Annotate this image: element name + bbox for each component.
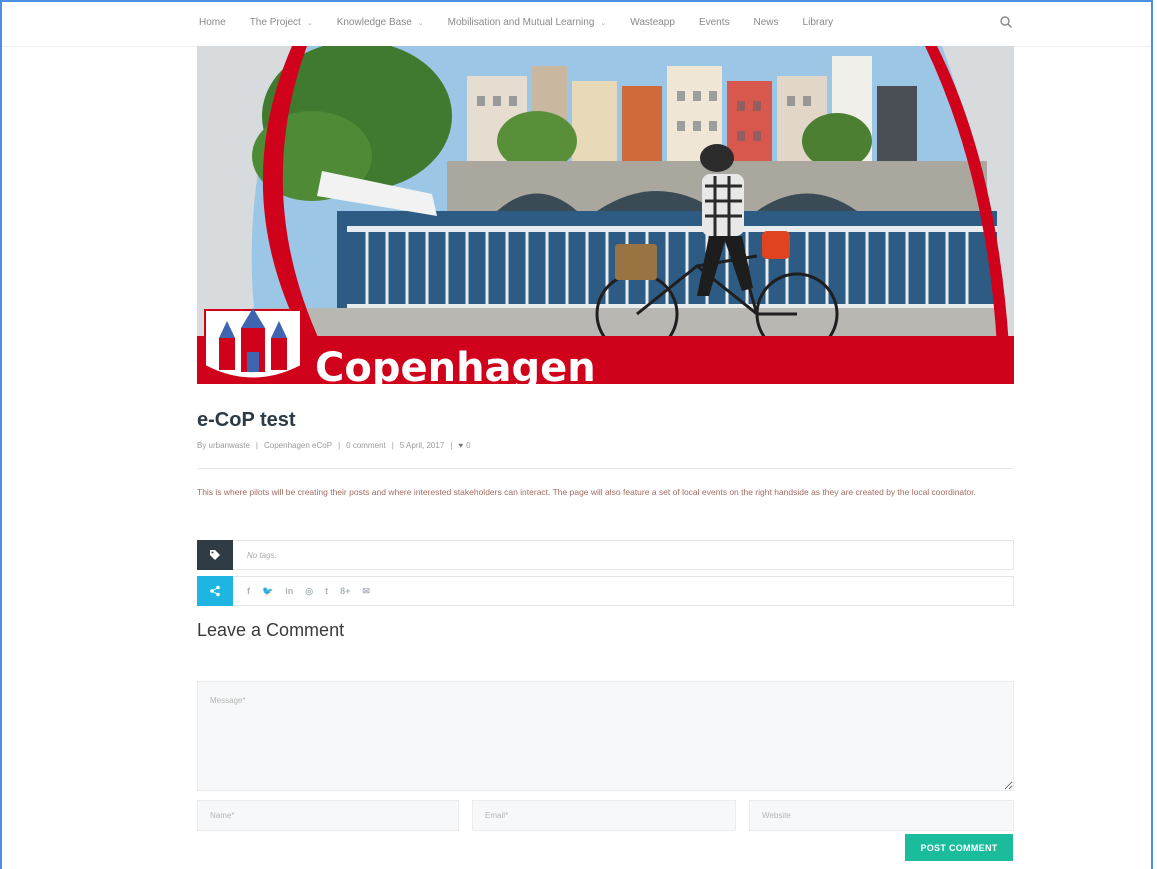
tags-bar: No tags.	[197, 539, 1014, 570]
comment-heading: Leave a Comment	[197, 620, 345, 640]
social-share-links: f 🐦 in ◎ t 8+ ✉	[247, 586, 382, 597]
chevron-down-icon: ⌄	[600, 19, 607, 27]
chevron-down-icon: ⌄	[306, 19, 313, 27]
message-textarea[interactable]	[197, 681, 1014, 791]
nav-label: News	[753, 17, 779, 28]
copenhagen-banner-illustration: Copenhagen	[197, 46, 1014, 384]
meta-separator: |	[255, 441, 258, 450]
nav-item-library[interactable]: Library	[803, 17, 834, 28]
reddit-icon[interactable]: ◎	[305, 586, 313, 597]
post-author[interactable]: By urbanwaste	[197, 441, 250, 450]
google-plus-icon[interactable]: 8+	[340, 586, 350, 596]
nav-menu: Home The Project ⌄ Knowledge Base ⌄ Mobili…	[199, 17, 857, 28]
post-category[interactable]: Copenhagen eCoP	[264, 441, 332, 450]
tumblr-icon[interactable]: t	[325, 586, 328, 596]
meta-separator: |	[391, 441, 394, 450]
nav-item-knowledge-base[interactable]: Knowledge Base ⌄	[337, 17, 424, 28]
nav-label: Home	[199, 17, 226, 28]
meta-separator: |	[338, 441, 341, 450]
hero-image: Copenhagen	[197, 46, 1014, 384]
nav-item-wasteapp[interactable]: Wasteapp	[630, 17, 675, 28]
facebook-icon[interactable]: f	[247, 586, 250, 596]
divider	[197, 468, 1014, 469]
nav-item-news[interactable]: News	[754, 17, 779, 28]
linkedin-icon[interactable]: in	[285, 586, 293, 596]
nav-item-events[interactable]: Events	[699, 17, 730, 28]
nav-item-the-project[interactable]: The Project ⌄	[250, 17, 313, 28]
nav-label: Events	[698, 17, 730, 28]
post-like-count: 0	[466, 441, 471, 450]
nav-label: Wasteapp	[630, 17, 675, 28]
top-navigation: Home The Project ⌄ Knowledge Base ⌄ Mobili…	[0, 0, 1153, 47]
search-icon[interactable]	[999, 15, 1013, 29]
meta-separator: |	[450, 441, 453, 450]
nav-label: Knowledge Base	[336, 17, 412, 28]
heart-icon[interactable]: ♥	[458, 441, 463, 450]
post-comment-count[interactable]: 0 comment	[346, 441, 386, 450]
share-icon	[197, 575, 233, 606]
tags-text: No tags.	[247, 550, 277, 560]
post-meta: By urbanwaste | Copenhagen eCoP | 0 comm…	[197, 441, 471, 450]
post-title: e-CoP test	[197, 409, 296, 431]
name-input[interactable]	[197, 800, 459, 831]
post-excerpt: This is where pilots will be creating th…	[197, 487, 976, 497]
twitter-icon[interactable]: 🐦	[262, 586, 273, 597]
post-date: 5 April, 2017	[399, 441, 445, 450]
share-bar: f 🐦 in ◎ t 8+ ✉	[197, 575, 1014, 606]
tag-icon	[197, 539, 233, 570]
website-input[interactable]	[749, 800, 1014, 831]
coat-of-arms-logo	[204, 308, 302, 380]
nav-label: The Project	[249, 17, 301, 28]
nav-label: Library	[802, 17, 834, 28]
chevron-down-icon: ⌄	[417, 19, 424, 27]
post-comment-button[interactable]: POST COMMENT	[905, 834, 1013, 861]
nav-item-mobilisation[interactable]: Mobilisation and Mutual Learning ⌄	[448, 17, 607, 28]
nav-item-home[interactable]: Home	[199, 17, 226, 28]
nav-label: Mobilisation and Mutual Learning	[447, 17, 595, 28]
hero-banner-text: Copenhagen	[315, 345, 596, 384]
email-icon[interactable]: ✉	[362, 586, 370, 597]
email-input[interactable]	[472, 800, 736, 831]
